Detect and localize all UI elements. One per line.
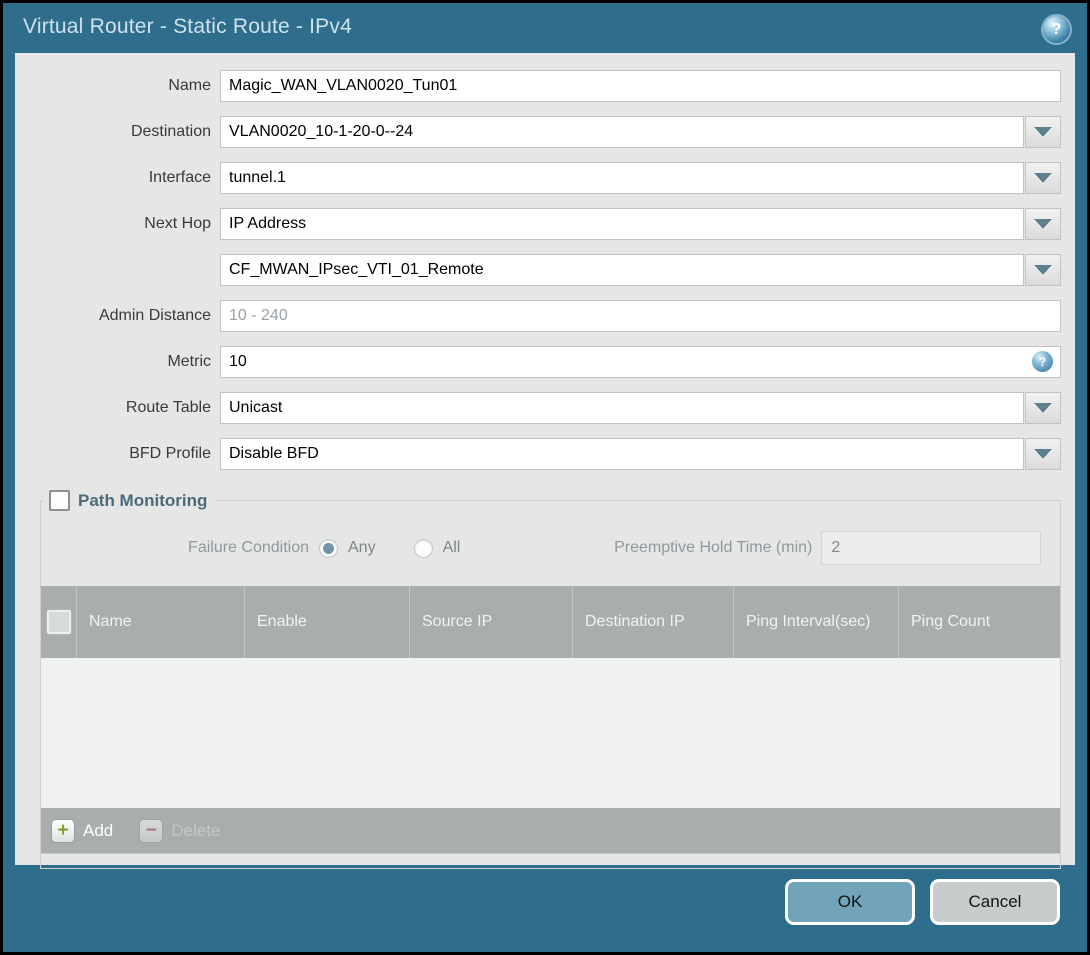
destination-label: Destination	[130, 123, 211, 140]
chevron-down-icon	[1034, 449, 1052, 459]
dialog-footer-buttons: OK Cancel	[785, 879, 1060, 925]
form-row-next-hop: Next Hop	[15, 208, 1061, 240]
bfd-profile-dropdown-button[interactable]	[1025, 438, 1061, 470]
chevron-down-icon	[1034, 265, 1052, 275]
add-button-label: Add	[83, 820, 114, 840]
delete-button[interactable]: − Delete	[139, 818, 221, 843]
route-table-input[interactable]	[220, 392, 1024, 424]
preemptive-hold-time-input[interactable]	[821, 531, 1042, 565]
path-monitoring-table: Name Enable Source IP Destination IP Pin…	[41, 586, 1060, 854]
form-row-route-table: Route Table	[15, 392, 1061, 424]
column-header-enable[interactable]: Enable	[244, 586, 409, 658]
metric-help-glyph: ?	[1038, 354, 1047, 369]
radio-all[interactable]	[413, 538, 433, 558]
form-row-bfd-profile: BFD Profile	[15, 438, 1061, 470]
table-body-empty	[41, 658, 1060, 808]
add-button[interactable]: + Add	[51, 818, 114, 843]
radio-any[interactable]	[319, 538, 338, 558]
column-header-destination-ip[interactable]: Destination IP	[572, 586, 733, 658]
dialog-titlebar: Virtual Router - Static Route - IPv4	[3, 3, 1087, 51]
metric-input[interactable]	[220, 346, 1061, 378]
form-row-destination: Destination	[15, 116, 1061, 148]
chevron-down-icon	[1034, 173, 1052, 183]
dialog-body: Name Destination Interface	[15, 53, 1075, 869]
form-row-interface: Interface	[15, 162, 1061, 194]
destination-input[interactable]	[220, 116, 1024, 148]
path-monitoring-section: Path Monitoring Failure Condition Any Al…	[40, 490, 1061, 869]
bfd-profile-label: BFD Profile	[129, 445, 211, 462]
next-hop-type-dropdown-button[interactable]	[1025, 208, 1061, 240]
dialog-title: Virtual Router - Static Route - IPv4	[23, 15, 352, 38]
interface-dropdown-button[interactable]	[1025, 162, 1061, 194]
cancel-button[interactable]: Cancel	[930, 879, 1060, 925]
path-monitoring-checkbox[interactable]	[49, 490, 70, 511]
form-row-name: Name	[15, 70, 1061, 102]
form-row-next-hop-address	[15, 254, 1061, 286]
metric-help-icon[interactable]: ?	[1032, 351, 1053, 372]
next-hop-label: Next Hop	[144, 215, 211, 232]
column-header-ping-interval[interactable]: Ping Interval(sec)	[733, 586, 898, 658]
chevron-down-icon	[1034, 127, 1052, 137]
admin-distance-label: Admin Distance	[98, 307, 211, 324]
admin-distance-input[interactable]	[220, 300, 1061, 332]
column-header-source-ip[interactable]: Source IP	[409, 586, 572, 658]
destination-dropdown-button[interactable]	[1025, 116, 1061, 148]
failure-condition-any-option[interactable]: Any	[319, 538, 376, 558]
radio-all-label: All	[442, 539, 461, 556]
failure-condition-all-option[interactable]: All	[413, 538, 461, 558]
name-label: Name	[168, 77, 211, 94]
table-toolbar: + Add − Delete	[41, 808, 1060, 853]
metric-label: Metric	[167, 353, 211, 370]
name-input[interactable]	[220, 70, 1061, 102]
path-monitoring-legend: Path Monitoring	[43, 490, 216, 511]
form-row-admin-distance: Admin Distance	[15, 300, 1061, 332]
interface-input[interactable]	[220, 162, 1024, 194]
route-table-dropdown-button[interactable]	[1025, 392, 1061, 424]
select-all-checkbox[interactable]	[45, 609, 72, 635]
path-monitoring-title: Path Monitoring	[78, 490, 208, 510]
column-header-ping-count[interactable]: Ping Count	[898, 586, 1060, 658]
ok-button[interactable]: OK	[785, 879, 915, 925]
interface-label: Interface	[148, 169, 211, 186]
next-hop-type-input[interactable]	[220, 208, 1024, 240]
static-route-dialog: Virtual Router - Static Route - IPv4 ? N…	[3, 3, 1087, 952]
bfd-profile-input[interactable]	[220, 438, 1024, 470]
next-hop-address-dropdown-button[interactable]	[1025, 254, 1061, 286]
form-row-metric: Metric ?	[15, 346, 1061, 378]
table-header: Name Enable Source IP Destination IP Pin…	[41, 586, 1060, 658]
chevron-down-icon	[1034, 219, 1052, 229]
preemptive-hold-time-label: Preemptive Hold Time (min)	[614, 539, 813, 556]
failure-condition-row: Failure Condition Any All Preemptive Hol…	[41, 531, 1060, 565]
failure-condition-label: Failure Condition	[188, 539, 309, 556]
help-icon-glyph: ?	[1051, 20, 1062, 38]
help-icon[interactable]: ?	[1043, 16, 1070, 43]
chevron-down-icon	[1034, 403, 1052, 413]
radio-any-label: Any	[348, 539, 376, 556]
minus-icon: −	[139, 818, 164, 843]
next-hop-address-input[interactable]	[220, 254, 1024, 286]
plus-icon: +	[51, 818, 75, 843]
delete-button-label: Delete	[171, 820, 221, 840]
column-header-name[interactable]: Name	[76, 586, 244, 658]
route-table-label: Route Table	[125, 399, 211, 416]
